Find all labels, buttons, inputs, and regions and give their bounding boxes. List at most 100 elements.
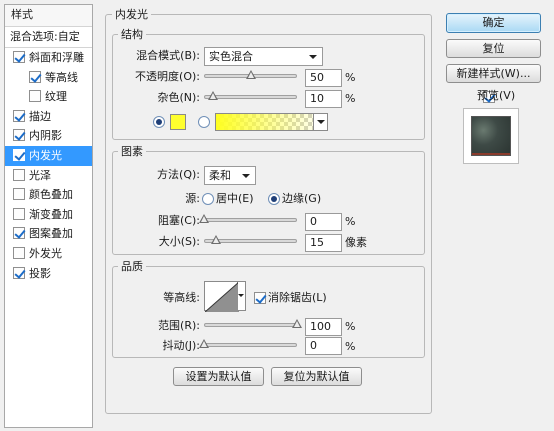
opacity-unit: % xyxy=(345,71,356,84)
size-label: 大小(S): xyxy=(158,235,200,248)
style-item-label: 斜面和浮雕 xyxy=(29,51,84,64)
noise-slider-thumb[interactable] xyxy=(208,91,219,100)
contour-curve-icon xyxy=(204,281,240,313)
styles-list-panel: 样式 混合选项:自定 斜面和浮雕等高线纹理描边内阴影内发光光泽颜色叠加渐变叠加图… xyxy=(4,4,93,428)
jitter-slider-thumb[interactable] xyxy=(199,339,209,348)
elements-title: 图素 xyxy=(118,145,146,158)
style-item[interactable]: 等高线 xyxy=(5,68,92,88)
preview-label[interactable]: 预览(V) xyxy=(477,88,515,104)
make-default-button[interactable]: 设置为默认值 xyxy=(173,367,264,386)
choke-slider-track[interactable] xyxy=(204,218,297,222)
contour-picker[interactable] xyxy=(204,281,240,313)
solid-color-radio[interactable] xyxy=(153,116,165,128)
technique-select[interactable]: 柔和 xyxy=(204,166,256,185)
panel-title: 内发光 xyxy=(112,8,151,21)
jitter-input[interactable]: 0 xyxy=(305,337,342,355)
style-preview-thumbnail xyxy=(463,108,519,164)
anti-alias-checkbox[interactable] xyxy=(254,292,266,304)
style-item[interactable]: 内阴影 xyxy=(5,126,92,146)
chevron-down-icon[interactable] xyxy=(313,114,327,130)
style-item-checkbox[interactable] xyxy=(13,148,25,161)
technique-value: 柔和 xyxy=(209,169,231,182)
contour-label: 等高线: xyxy=(163,291,200,304)
style-item-label: 渐变叠加 xyxy=(29,207,73,221)
style-item-label: 外发光 xyxy=(29,246,62,260)
anti-alias-label[interactable]: 消除锯齿(L) xyxy=(268,290,327,306)
reset-button[interactable]: 复位 xyxy=(446,39,541,58)
chevron-down-icon[interactable] xyxy=(238,281,246,311)
style-item-checkbox[interactable] xyxy=(13,207,25,220)
style-item[interactable]: 描边 xyxy=(5,107,92,127)
range-label: 范围(R): xyxy=(158,319,200,332)
style-item-label: 描边 xyxy=(29,109,51,123)
noise-unit: % xyxy=(345,92,356,105)
technique-label: 方法(Q): xyxy=(157,168,200,181)
range-slider-thumb[interactable] xyxy=(292,319,302,328)
style-item[interactable]: 光泽 xyxy=(5,166,92,186)
style-item-checkbox[interactable] xyxy=(13,266,25,279)
blending-options-item[interactable]: 混合选项:自定 xyxy=(5,27,92,48)
new-style-button[interactable]: 新建样式(W)... xyxy=(446,64,541,83)
source-edge-label[interactable]: 边缘(G) xyxy=(282,191,321,207)
size-input[interactable]: 15 xyxy=(305,234,342,252)
style-item[interactable]: 纹理 xyxy=(5,87,92,107)
gradient-radio[interactable] xyxy=(198,116,210,128)
choke-label: 阻塞(C): xyxy=(158,214,200,227)
style-item[interactable]: 斜面和浮雕 xyxy=(5,48,92,68)
style-item[interactable]: 渐变叠加 xyxy=(5,205,92,225)
style-item[interactable]: 图案叠加 xyxy=(5,224,92,244)
style-item-checkbox[interactable] xyxy=(13,227,25,240)
source-edge-radio[interactable] xyxy=(268,193,280,205)
structure-title: 结构 xyxy=(118,28,146,41)
style-item-checkbox[interactable] xyxy=(13,246,25,259)
jitter-label: 抖动(J): xyxy=(162,339,200,352)
style-item-checkbox[interactable] xyxy=(13,129,25,142)
style-item[interactable]: 颜色叠加 xyxy=(5,185,92,205)
styles-header[interactable]: 样式 xyxy=(5,5,92,27)
range-unit: % xyxy=(345,320,356,333)
opacity-label: 不透明度(O): xyxy=(135,70,200,83)
chevron-down-icon xyxy=(309,55,317,59)
source-label: 源: xyxy=(185,192,200,205)
style-item-label: 等高线 xyxy=(45,70,78,84)
style-item-checkbox[interactable] xyxy=(29,70,41,83)
opacity-slider-thumb[interactable] xyxy=(245,70,256,79)
style-item-label: 图案叠加 xyxy=(29,227,73,241)
choke-unit: % xyxy=(345,215,356,228)
style-item-label: 纹理 xyxy=(45,90,67,104)
size-unit: 像素 xyxy=(345,236,367,249)
style-item-checkbox[interactable] xyxy=(13,168,25,181)
blend-mode-label: 混合模式(B): xyxy=(136,49,200,62)
reset-to-default-button[interactable]: 复位为默认值 xyxy=(271,367,362,386)
ok-button[interactable]: 确定 xyxy=(446,13,541,33)
style-item-checkbox[interactable] xyxy=(29,90,41,103)
preview-swatch xyxy=(472,117,510,155)
style-item-label: 内阴影 xyxy=(29,129,62,143)
blend-mode-select[interactable]: 实色混合 xyxy=(204,47,323,66)
source-center-radio[interactable] xyxy=(202,193,214,205)
style-item-label: 颜色叠加 xyxy=(29,188,73,202)
size-slider-thumb[interactable] xyxy=(211,235,221,244)
jitter-slider-track[interactable] xyxy=(204,343,297,347)
opacity-input[interactable]: 50 xyxy=(305,69,342,87)
noise-label: 杂色(N): xyxy=(157,91,200,104)
gradient-picker[interactable] xyxy=(215,113,328,131)
range-slider-track[interactable] xyxy=(204,323,297,327)
source-center-label[interactable]: 居中(E) xyxy=(216,191,254,207)
jitter-unit: % xyxy=(345,340,356,353)
glow-color-swatch[interactable] xyxy=(170,114,186,130)
style-item-label: 内发光 xyxy=(29,148,62,162)
style-item[interactable]: 内发光 xyxy=(5,145,92,166)
noise-input[interactable]: 10 xyxy=(305,90,342,108)
blend-mode-value: 实色混合 xyxy=(209,50,253,63)
quality-title: 品质 xyxy=(118,260,146,273)
style-item[interactable]: 投影 xyxy=(5,264,92,284)
range-input[interactable]: 100 xyxy=(305,318,342,336)
style-item-checkbox[interactable] xyxy=(13,188,25,201)
style-item-checkbox[interactable] xyxy=(13,109,25,122)
style-item-label: 光泽 xyxy=(29,168,51,182)
choke-slider-thumb[interactable] xyxy=(199,214,209,223)
style-item[interactable]: 外发光 xyxy=(5,244,92,264)
style-item-checkbox[interactable] xyxy=(13,51,25,63)
choke-input[interactable]: 0 xyxy=(305,213,342,231)
